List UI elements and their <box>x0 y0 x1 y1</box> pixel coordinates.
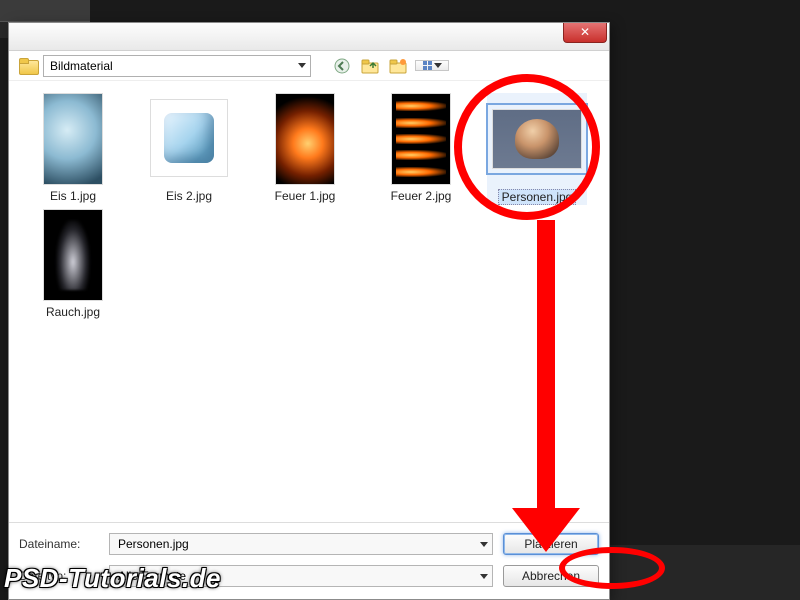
location-dropdown[interactable]: Bildmaterial <box>43 55 311 77</box>
close-button[interactable]: ✕ <box>563 23 607 43</box>
file-item[interactable]: Eis 2.jpg <box>139 93 239 205</box>
up-one-level-button[interactable] <box>359 55 381 77</box>
place-button-label: Platzieren <box>524 537 577 551</box>
file-thumbnail <box>275 93 335 185</box>
chevron-down-icon <box>480 542 488 547</box>
app-background-right <box>610 545 800 600</box>
file-thumbnail <box>43 209 103 301</box>
location-dropdown-label: Bildmaterial <box>50 59 113 73</box>
file-thumbnail <box>150 99 228 177</box>
new-folder-icon <box>389 58 407 74</box>
folder-icon <box>19 58 37 73</box>
file-name: Rauch.jpg <box>46 305 100 319</box>
file-name: Personen.jpg <box>498 189 577 205</box>
app-background-top <box>0 0 90 22</box>
dialog-titlebar: ✕ <box>9 23 609 51</box>
dialog-toolbar: Bildmaterial <box>9 51 609 81</box>
file-thumbnail <box>492 109 582 169</box>
watermark: PSD-Tutorials.de <box>4 563 221 594</box>
filename-value: Personen.jpg <box>118 537 189 551</box>
file-item[interactable]: Feuer 1.jpg <box>255 93 355 205</box>
file-item[interactable]: Rauch.jpg <box>23 209 123 319</box>
back-button[interactable] <box>331 55 353 77</box>
folder-up-icon <box>361 58 379 74</box>
file-thumbnail <box>391 93 451 185</box>
chevron-down-icon <box>480 574 488 579</box>
file-name: Feuer 1.jpg <box>275 189 336 203</box>
file-item[interactable]: Feuer 2.jpg <box>371 93 471 205</box>
view-mode-button[interactable] <box>415 60 449 71</box>
file-name: Eis 1.jpg <box>50 189 96 203</box>
file-name: Eis 2.jpg <box>166 189 212 203</box>
place-button[interactable]: Platzieren <box>503 533 599 555</box>
back-icon <box>334 58 350 74</box>
file-item[interactable]: Eis 1.jpg <box>23 93 123 205</box>
chevron-down-icon <box>298 63 306 68</box>
filename-combo[interactable]: Personen.jpg <box>109 533 493 555</box>
view-grid-icon <box>423 61 432 70</box>
cancel-button[interactable]: Abbrechen <box>503 565 599 587</box>
new-folder-button[interactable] <box>387 55 409 77</box>
cancel-button-label: Abbrechen <box>522 569 580 583</box>
file-thumbnail <box>43 93 103 185</box>
file-list[interactable]: Eis 1.jpg Eis 2.jpg Feuer 1.jpg Feuer 2.jpg… <box>9 81 609 522</box>
close-icon: ✕ <box>580 25 590 39</box>
file-item[interactable]: Personen.jpg <box>487 93 587 205</box>
file-open-dialog: ✕ Bildmaterial Eis 1.jpg Eis 2.jpg Feuer 1… <box>8 22 610 600</box>
chevron-down-icon <box>434 63 442 68</box>
filename-label: Dateiname: <box>19 537 99 551</box>
file-name: Feuer 2.jpg <box>391 189 452 203</box>
